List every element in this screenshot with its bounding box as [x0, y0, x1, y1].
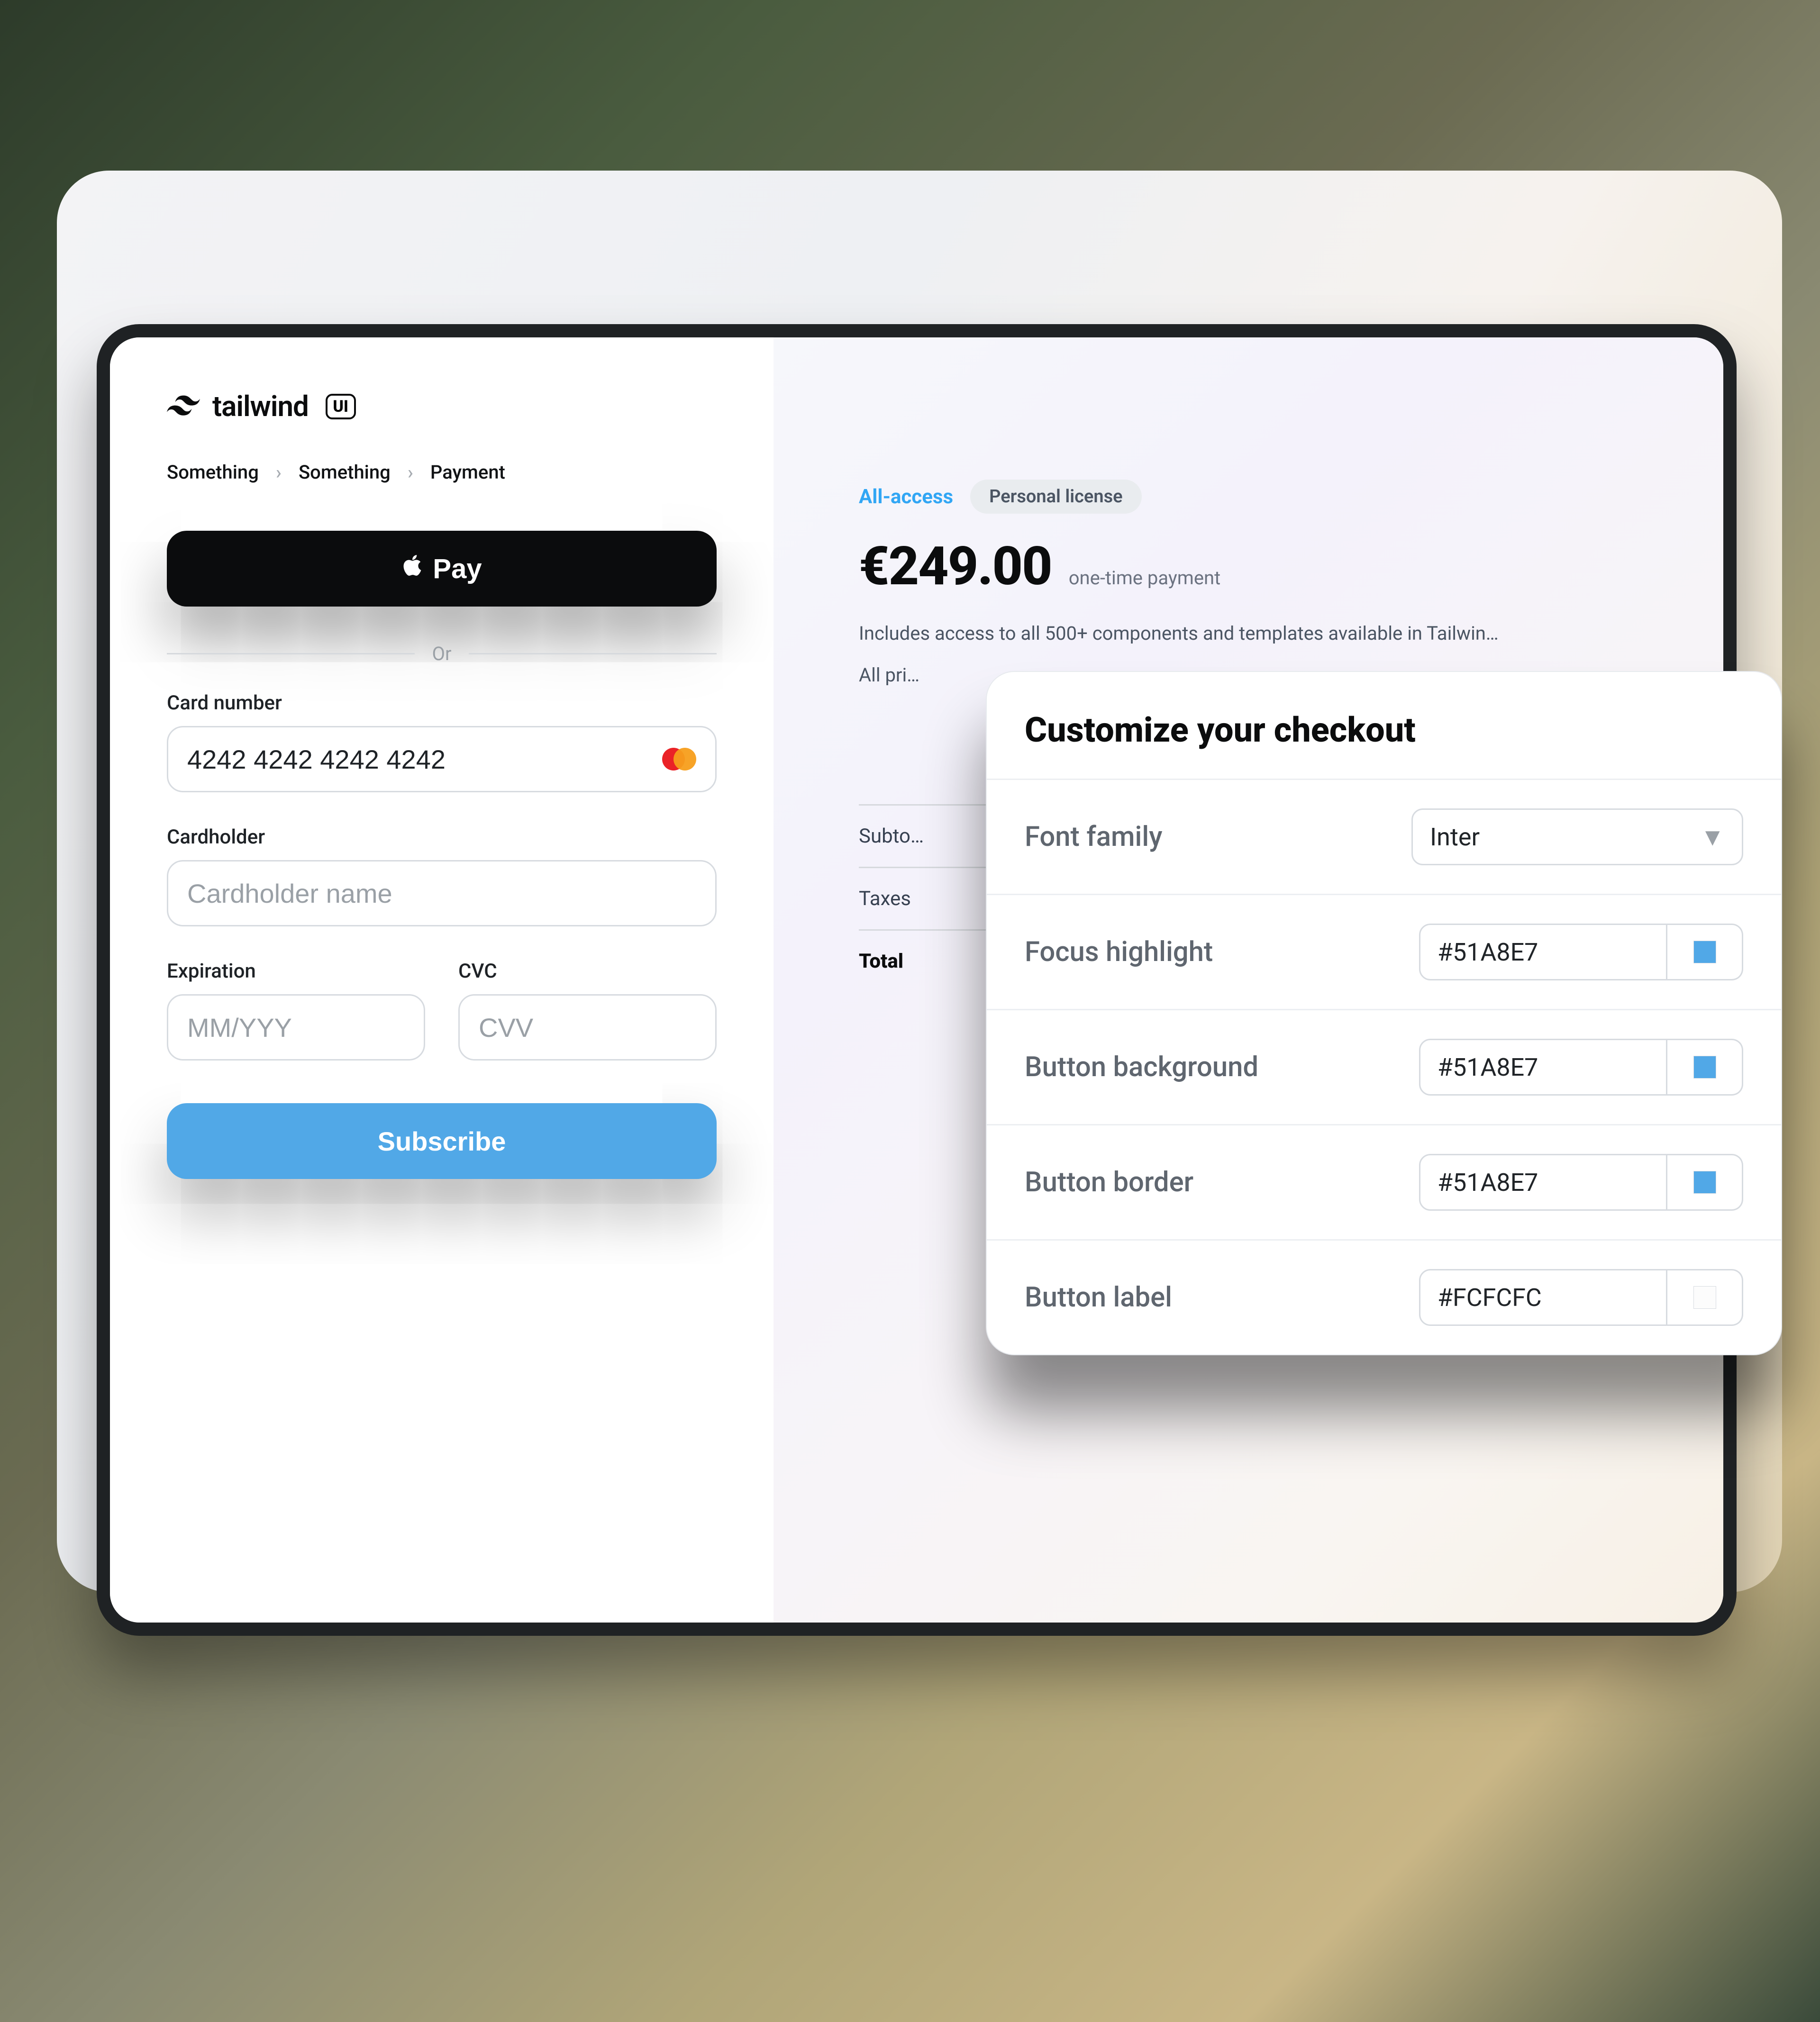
- cardholder-label: Cardholder: [167, 825, 717, 849]
- button-label-input[interactable]: #FCFCFC: [1419, 1269, 1667, 1326]
- breadcrumb-item-current: Payment: [430, 461, 505, 483]
- button-label-row: Button label #FCFCFC: [987, 1239, 1781, 1354]
- breadcrumb-item[interactable]: Something: [167, 461, 259, 483]
- button-border-label: Button border: [1025, 1166, 1193, 1198]
- card-number-label: Card number: [167, 691, 717, 715]
- license-pill: Personal license: [970, 480, 1141, 514]
- button-border-swatch[interactable]: [1667, 1154, 1743, 1211]
- divider-or: Or: [167, 643, 717, 665]
- mastercard-icon: [662, 748, 696, 771]
- button-background-swatch[interactable]: [1667, 1039, 1743, 1096]
- card-number-field[interactable]: [167, 726, 717, 792]
- breadcrumb-item[interactable]: Something: [299, 461, 391, 483]
- chevron-down-icon: ▼: [1701, 823, 1725, 852]
- chevron-right-icon: ›: [276, 461, 282, 483]
- brand-badge: UI: [326, 394, 356, 419]
- button-border-row: Button border #51A8E7: [987, 1124, 1781, 1239]
- summary-description: Includes access to all 500+ components a…: [859, 618, 1522, 649]
- chevron-right-icon: ›: [408, 461, 413, 483]
- price-note: one-time payment: [1069, 567, 1221, 589]
- button-border-input[interactable]: #51A8E7: [1419, 1154, 1667, 1211]
- expiration-field[interactable]: [167, 994, 425, 1061]
- button-background-row: Button background #51A8E7: [987, 1009, 1781, 1124]
- customize-title: Customize your checkout: [987, 672, 1781, 779]
- font-family-value: Inter: [1430, 823, 1480, 852]
- subscribe-button[interactable]: Subscribe: [167, 1103, 717, 1179]
- brand-name: tailwind: [212, 390, 309, 423]
- font-family-label: Font family: [1025, 821, 1163, 853]
- divider-or-text: Or: [432, 643, 451, 665]
- tailwind-logo-icon: [167, 391, 200, 422]
- price: €249.00: [859, 535, 1052, 598]
- cvc-input[interactable]: [479, 1012, 696, 1043]
- customize-panel: Customize your checkout Font family Inte…: [986, 671, 1782, 1355]
- expiration-label: Expiration: [167, 960, 425, 983]
- apple-pay-button[interactable]: Pay: [167, 531, 717, 607]
- breadcrumb: Something › Something › Payment: [167, 461, 717, 483]
- focus-highlight-label: Focus highlight: [1025, 936, 1213, 968]
- button-background-label: Button background: [1025, 1051, 1258, 1083]
- button-label-label: Button label: [1025, 1281, 1172, 1314]
- focus-highlight-row: Focus highlight #51A8E7: [987, 894, 1781, 1009]
- brand: tailwind UI: [167, 390, 717, 423]
- expiration-input[interactable]: [187, 1012, 405, 1043]
- font-family-row: Font family Inter ▼: [987, 779, 1781, 894]
- apple-logo-icon: [401, 552, 423, 585]
- cardholder-field[interactable]: [167, 860, 717, 926]
- all-access-link[interactable]: All-access: [859, 485, 953, 508]
- cvc-field[interactable]: [458, 994, 717, 1061]
- cvc-label: CVC: [458, 960, 717, 983]
- button-background-input[interactable]: #51A8E7: [1419, 1039, 1667, 1096]
- cardholder-input[interactable]: [187, 878, 696, 909]
- payment-form-pane: tailwind UI Something › Something › Paym…: [110, 337, 774, 1623]
- button-label-swatch[interactable]: [1667, 1269, 1743, 1326]
- card-number-input[interactable]: [187, 744, 662, 775]
- font-family-select[interactable]: Inter ▼: [1411, 808, 1743, 865]
- focus-highlight-input[interactable]: #51A8E7: [1419, 924, 1667, 980]
- apple-pay-label: Pay: [433, 553, 482, 585]
- focus-highlight-swatch[interactable]: [1667, 924, 1743, 980]
